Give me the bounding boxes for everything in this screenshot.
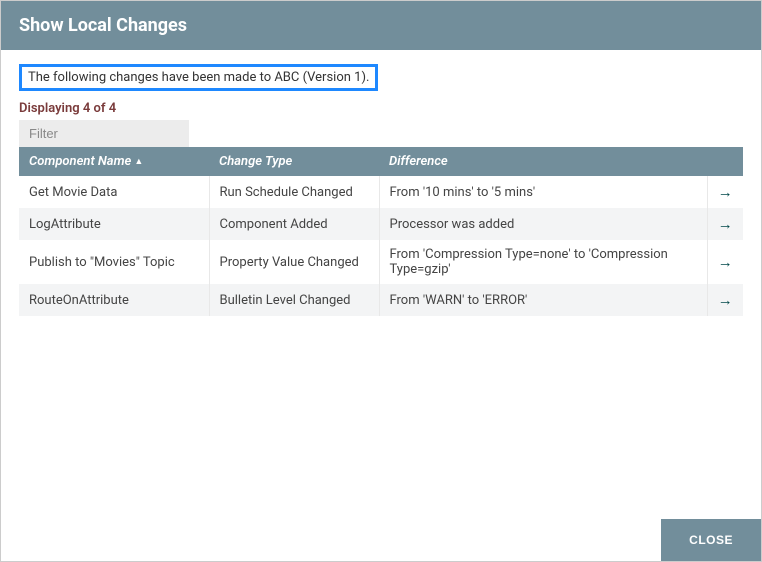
- local-changes-dialog: Show Local Changes The following changes…: [0, 0, 762, 562]
- col-component-name-label: Component Name: [29, 154, 131, 169]
- dialog-content: The following changes have been made to …: [1, 50, 761, 519]
- displaying-count: Displaying 4 of 4: [19, 101, 743, 116]
- close-button[interactable]: CLOSE: [661, 519, 761, 561]
- dialog-footer: CLOSE: [1, 519, 761, 561]
- col-change-type[interactable]: Change Type: [209, 147, 379, 176]
- goto-arrow-icon[interactable]: →: [718, 215, 733, 233]
- cell-diff: From '10 mins' to '5 mins': [379, 176, 707, 208]
- col-goto: [707, 147, 743, 176]
- filter-input[interactable]: [19, 120, 189, 147]
- cell-name: Get Movie Data: [19, 176, 209, 208]
- goto-arrow-icon[interactable]: →: [718, 291, 733, 309]
- col-difference-label: Difference: [389, 154, 448, 169]
- cell-type: Run Schedule Changed: [209, 176, 379, 208]
- col-component-name[interactable]: Component Name▲: [19, 147, 209, 176]
- dialog-title: Show Local Changes: [1, 1, 761, 50]
- cell-name: Publish to "Movies" Topic: [19, 240, 209, 284]
- goto-arrow-icon[interactable]: →: [718, 183, 733, 201]
- cell-name: LogAttribute: [19, 208, 209, 240]
- cell-type: Property Value Changed: [209, 240, 379, 284]
- intro-text: The following changes have been made to …: [19, 64, 378, 91]
- cell-diff: Processor was added: [379, 208, 707, 240]
- table-row: RouteOnAttribute Bulletin Level Changed …: [19, 284, 743, 316]
- cell-name: RouteOnAttribute: [19, 284, 209, 316]
- cell-diff: From 'Compression Type=none' to 'Compres…: [379, 240, 707, 284]
- table-row: Publish to "Movies" Topic Property Value…: [19, 240, 743, 284]
- sort-asc-icon: ▲: [134, 157, 143, 167]
- changes-table: Component Name▲ Change Type Difference G…: [19, 147, 743, 316]
- goto-arrow-icon[interactable]: →: [718, 253, 733, 271]
- col-difference[interactable]: Difference: [379, 147, 707, 176]
- col-change-type-label: Change Type: [219, 154, 292, 169]
- cell-diff: From 'WARN' to 'ERROR': [379, 284, 707, 316]
- cell-type: Bulletin Level Changed: [209, 284, 379, 316]
- table-row: LogAttribute Component Added Processor w…: [19, 208, 743, 240]
- cell-type: Component Added: [209, 208, 379, 240]
- table-row: Get Movie Data Run Schedule Changed From…: [19, 176, 743, 208]
